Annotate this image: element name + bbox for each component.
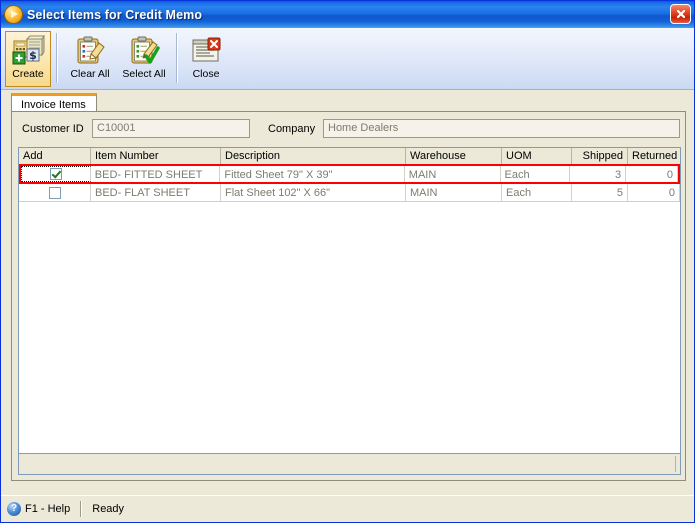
cell-warehouse: MAIN — [406, 184, 502, 201]
select-items-window: Select Items for Credit Memo $ Create Cl… — [0, 0, 695, 523]
select-all-button[interactable]: Select All — [117, 31, 171, 87]
add-checkbox[interactable] — [48, 186, 61, 199]
status-message: Ready — [92, 503, 125, 515]
window-title: Select Items for Credit Memo — [27, 7, 203, 22]
client-area: Invoice Items Customer ID C10001 Company… — [3, 91, 694, 495]
close-toolbar-button-label: Close — [192, 68, 220, 80]
cell-warehouse: MAIN — [405, 166, 501, 182]
clear-all-button-label: Clear All — [70, 68, 110, 80]
help-button[interactable]: ? F1 - Help — [7, 502, 78, 516]
clipboard-check-icon — [127, 35, 161, 67]
grid-body: BED- FITTED SHEET Fitted Sheet 79" X 39"… — [19, 164, 680, 453]
window-close-button[interactable] — [670, 4, 691, 24]
status-bar: ? F1 - Help Ready — [1, 495, 694, 522]
company-label: Company — [268, 123, 316, 135]
add-checkbox-cell[interactable] — [19, 184, 91, 201]
cell-item-number: BED- FLAT SHEET — [91, 184, 221, 201]
help-icon: ? — [7, 502, 21, 516]
tab-page-invoice-items: Customer ID C10001 Company Home Dealers … — [11, 111, 686, 481]
cell-description: Flat Sheet 102" X 66" — [221, 184, 406, 201]
cell-description: Fitted Sheet 79" X 39" — [220, 166, 405, 182]
customer-id-label: Customer ID — [22, 123, 84, 135]
status-separator — [80, 501, 83, 517]
add-checkbox[interactable] — [49, 168, 62, 180]
cell-shipped: 3 — [570, 166, 627, 182]
cell-uom: Each — [501, 166, 571, 182]
clear-all-button[interactable]: Clear All — [63, 31, 117, 87]
tab-invoice-items[interactable]: Invoice Items — [11, 93, 97, 112]
select-all-button-label: Select All — [122, 68, 166, 80]
cell-uom: Each — [502, 184, 572, 201]
create-button[interactable]: $ Create — [5, 31, 51, 87]
toolbar-separator-1 — [56, 33, 58, 83]
create-invoice-icon: $ — [11, 34, 45, 67]
column-header-returned[interactable]: Returned — [628, 148, 680, 164]
help-label: F1 - Help — [25, 503, 71, 515]
svg-text:$: $ — [29, 49, 37, 62]
table-row[interactable]: BED- FLAT SHEET Flat Sheet 102" X 66" MA… — [19, 184, 680, 202]
grid-footer-separator — [675, 456, 676, 472]
clipboard-eraser-icon — [73, 35, 107, 67]
play-circle-icon — [5, 6, 22, 23]
cell-returned[interactable]: 0 — [626, 166, 679, 182]
close-toolbar-button[interactable]: Close — [183, 31, 229, 87]
company-field[interactable]: Home Dealers — [323, 119, 680, 138]
customer-id-field[interactable]: C10001 — [92, 119, 250, 138]
create-button-label: Create — [12, 68, 44, 80]
column-header-uom[interactable]: UOM — [502, 148, 572, 164]
close-window-icon — [189, 35, 223, 67]
column-header-add[interactable]: Add — [19, 148, 91, 164]
tab-strip: Invoice Items — [11, 93, 686, 112]
column-header-warehouse[interactable]: Warehouse — [406, 148, 502, 164]
cell-returned[interactable]: 0 — [628, 184, 680, 201]
invoice-items-grid: Add Item Number Description Warehouse UO… — [18, 147, 681, 475]
add-checkbox-cell[interactable] — [21, 166, 91, 182]
grid-footer — [19, 453, 680, 474]
toolbar-separator-2 — [176, 33, 178, 83]
cell-shipped: 5 — [572, 184, 628, 201]
column-header-shipped[interactable]: Shipped — [572, 148, 628, 164]
column-header-item-number[interactable]: Item Number — [91, 148, 221, 164]
title-bar: Select Items for Credit Memo — [1, 1, 694, 28]
close-icon — [676, 9, 685, 19]
cell-item-number: BED- FITTED SHEET — [91, 166, 221, 182]
column-header-description[interactable]: Description — [221, 148, 406, 164]
grid-header-row: Add Item Number Description Warehouse UO… — [19, 148, 680, 165]
header-form: Customer ID C10001 Company Home Dealers — [12, 119, 687, 141]
table-row[interactable]: BED- FITTED SHEET Fitted Sheet 79" X 39"… — [19, 164, 680, 184]
toolbar: $ Create Clear All Select All Close — [1, 28, 694, 90]
